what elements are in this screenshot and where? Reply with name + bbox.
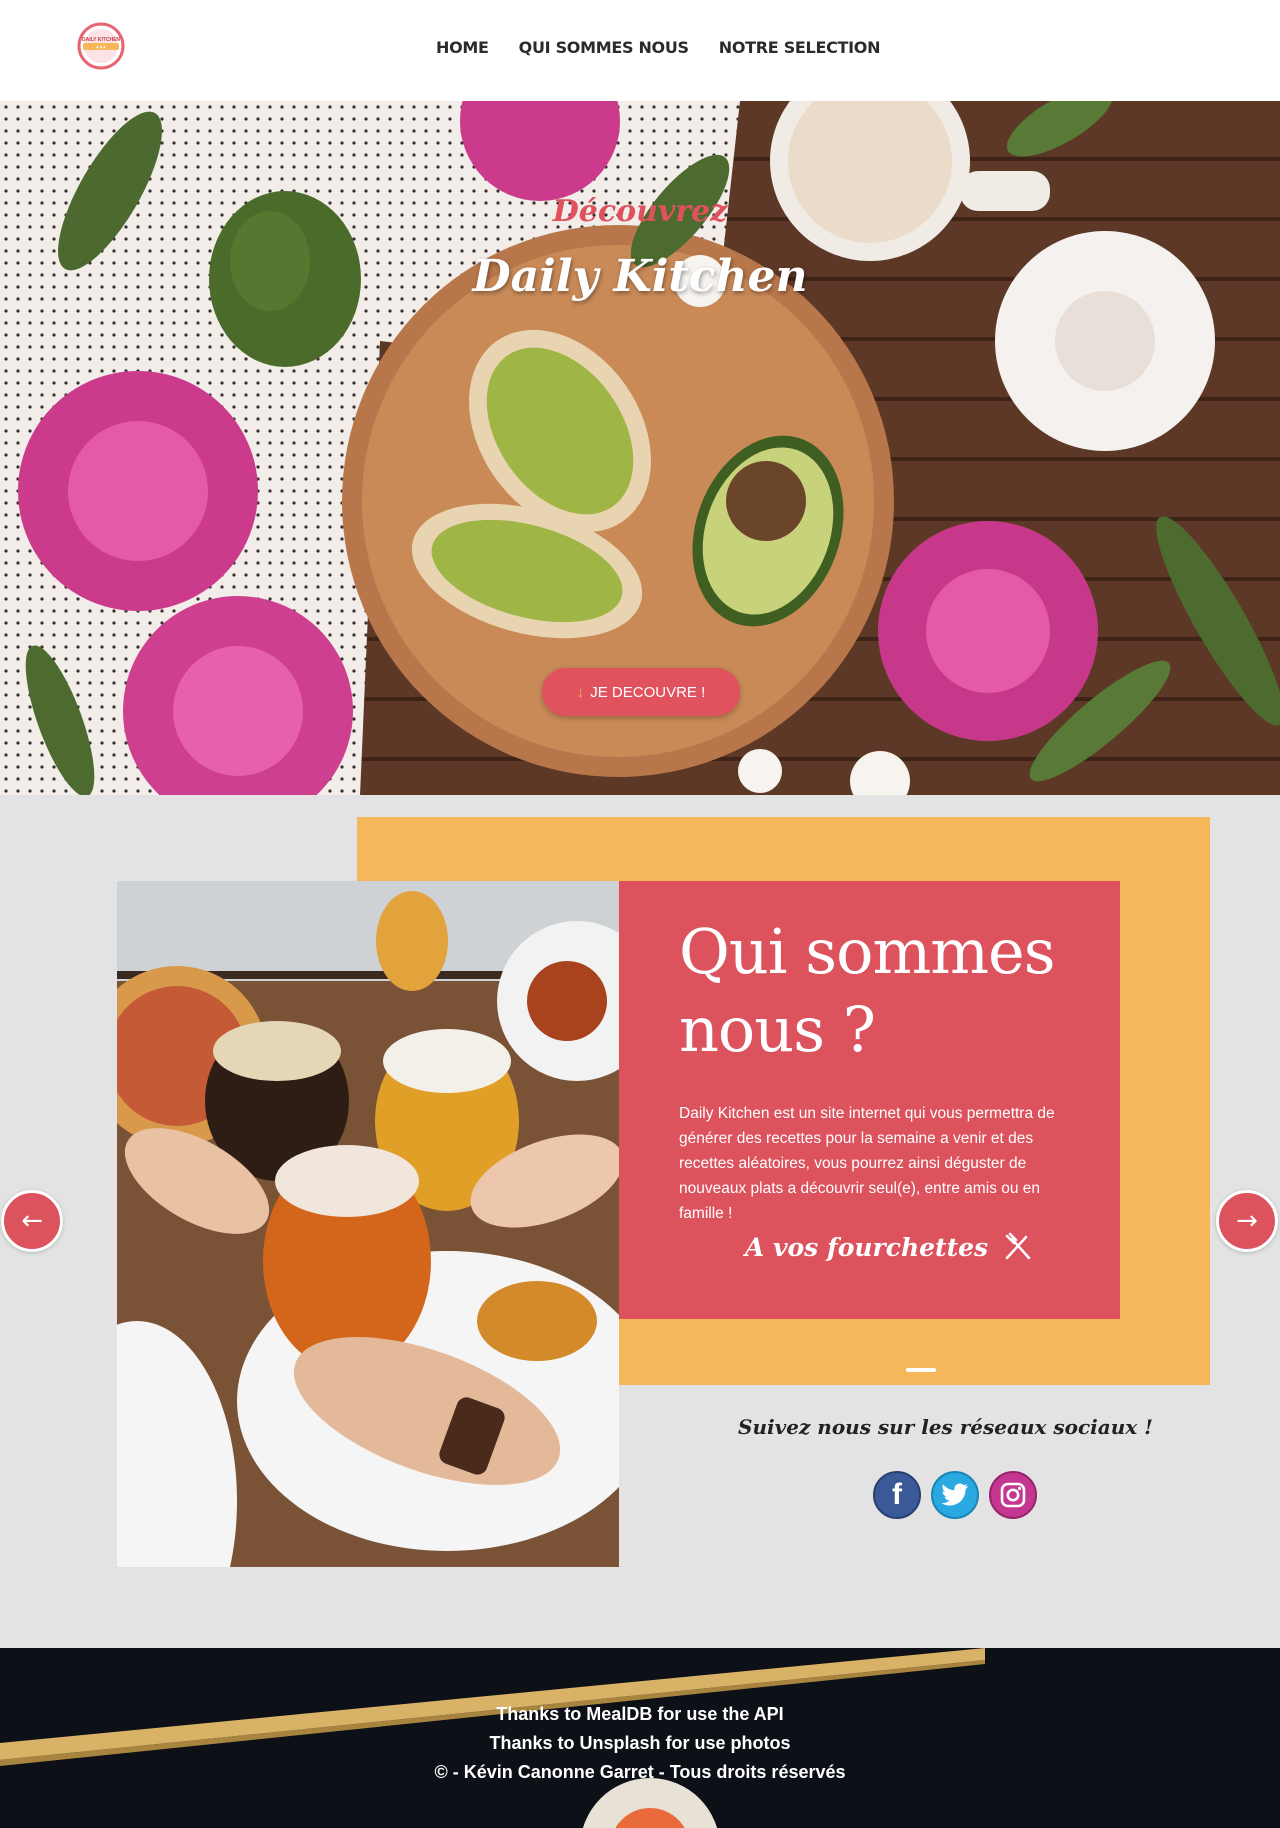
social-links: f	[873, 1471, 1037, 1519]
arrow-down-icon: ↓	[576, 683, 585, 701]
arrow-left-icon: ←	[21, 1206, 43, 1236]
nav-home[interactable]: HOME	[436, 38, 489, 57]
svg-text:DAILY KITCHEN: DAILY KITCHEN	[82, 37, 120, 43]
site-footer: Thanks to MealDB for use the API Thanks …	[0, 1648, 1280, 1828]
instagram-icon[interactable]	[989, 1471, 1037, 1519]
carousel-next-button[interactable]: →	[1216, 1190, 1278, 1252]
discover-button[interactable]: ↓ JE DECOUVRE !	[542, 668, 740, 716]
site-logo[interactable]: DAILY KITCHEN ★★★	[75, 22, 127, 70]
footer-line-mealdb: Thanks to MealDB for use the API	[496, 1704, 784, 1724]
fork-knife-icon	[1005, 1232, 1031, 1260]
site-header: DAILY KITCHEN ★★★ HOME QUI SOMMES NOUS N…	[0, 0, 1280, 101]
main-nav: HOME QUI SOMMES NOUS NOTRE SELECTION	[436, 38, 910, 57]
twitter-icon[interactable]	[931, 1471, 979, 1519]
nav-notre-selection[interactable]: NOTRE SELECTION	[719, 38, 881, 57]
footer-line-unsplash: Thanks to Unsplash for use photos	[489, 1733, 791, 1753]
about-section: Qui sommes nous ? Daily Kitchen est un s…	[0, 795, 1280, 1648]
tagline-text: A vos fourchettes	[744, 1232, 989, 1262]
hero-section: Découvrez Daily Kitchen ↓ JE DECOUVRE !	[0, 101, 1280, 795]
about-photo-cheers	[117, 881, 619, 1567]
about-body: Daily Kitchen est un site internet qui v…	[679, 1105, 1055, 1222]
hero-subtitle: Découvrez	[552, 194, 728, 229]
hero-title: Daily Kitchen	[472, 251, 808, 302]
follow-label: Suivez nous sur les réseaux sociaux !	[738, 1415, 1153, 1439]
facebook-icon[interactable]: f	[873, 1471, 921, 1519]
arrow-right-icon: →	[1236, 1206, 1258, 1236]
carousel-indicator[interactable]	[906, 1368, 936, 1372]
about-card: Qui sommes nous ? Daily Kitchen est un s…	[619, 881, 1120, 1319]
footer-credits: Thanks to MealDB for use the API Thanks …	[0, 1700, 1280, 1787]
discover-button-label: JE DECOUVRE !	[590, 683, 706, 701]
nav-qui-sommes-nous[interactable]: QUI SOMMES NOUS	[519, 38, 689, 57]
about-tagline: A vos fourchettes	[619, 1231, 1120, 1263]
carousel-prev-button[interactable]: ←	[1, 1190, 63, 1252]
svg-text:★★★: ★★★	[96, 45, 107, 50]
about-heading: Qui sommes nous ?	[679, 915, 1056, 1066]
footer-line-copyright: © - Kévin Canonne Garret - Tous droits r…	[434, 1762, 846, 1782]
